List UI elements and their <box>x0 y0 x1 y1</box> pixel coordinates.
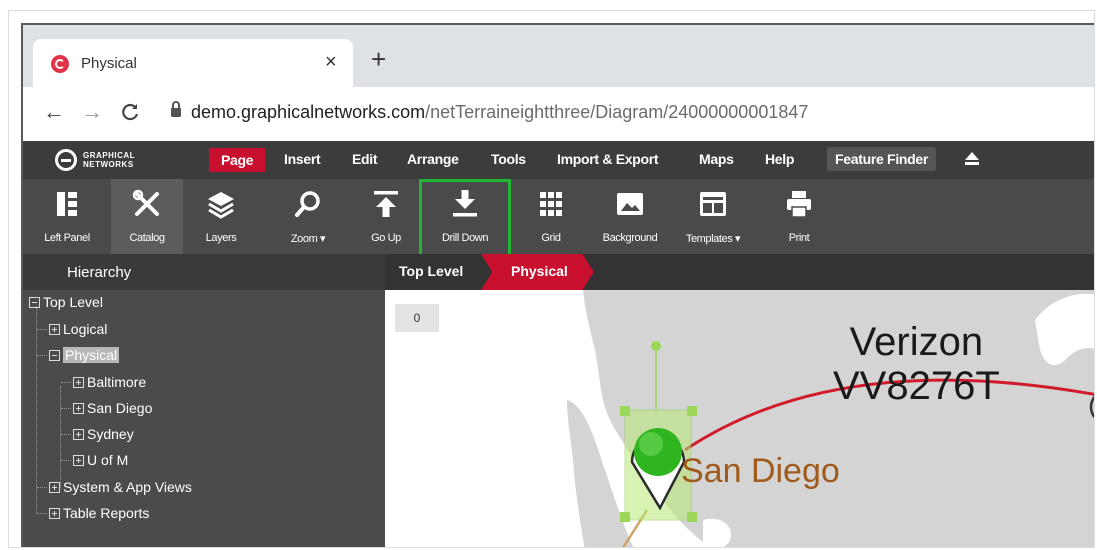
panel-title: Hierarchy <box>67 264 132 281</box>
zoom-icon <box>295 191 320 217</box>
templates-button[interactable]: Templates ▾ <box>671 179 755 254</box>
back-button[interactable]: ← <box>43 101 65 123</box>
catalog-tools-icon <box>132 189 159 216</box>
menu-help[interactable]: Help <box>765 151 794 167</box>
grid-icon <box>540 192 562 216</box>
eject-icon[interactable] <box>965 152 979 166</box>
hierarchy-panel: Hierarchy Top Level Logical Physical Bal… <box>23 254 385 547</box>
tool-label: Drill Down <box>441 232 489 244</box>
drill-down-button[interactable]: Drill Down <box>421 179 509 254</box>
tree-node-table-reports[interactable]: Table Reports <box>49 503 149 523</box>
menu-import-export[interactable]: Import & Export <box>557 151 659 167</box>
hierarchy-header: Hierarchy <box>23 254 385 290</box>
menu-edit[interactable]: Edit <box>352 151 378 167</box>
zoom-level-badge[interactable]: 0 <box>395 304 439 332</box>
tree-node-logical[interactable]: Logical <box>49 319 107 339</box>
menu-page[interactable]: Page <box>209 148 266 172</box>
forward-button[interactable]: → <box>81 101 103 123</box>
app-menu-bar: GRAPHICAL NETWORKS Page Insert Edit Arran… <box>23 141 1094 179</box>
grid-button[interactable]: Grid <box>523 179 579 254</box>
tool-label: Go Up <box>371 232 401 244</box>
tool-label: Layers <box>205 232 237 244</box>
favicon-icon <box>51 55 69 73</box>
breadcrumb: Top Level Physical <box>385 254 1094 290</box>
toolbar: Left Panel Catalog Layers Zoom ▾ Go Up D… <box>23 179 1094 259</box>
templates-icon <box>700 192 726 216</box>
zoom-button[interactable]: Zoom ▾ <box>263 179 353 254</box>
tool-label: Print <box>788 232 810 244</box>
menu-insert[interactable]: Insert <box>284 151 321 167</box>
screenshot-frame: Physical × + ← → demo.graphicalnetworks.… <box>8 10 1095 548</box>
tool-label: Grid <box>541 232 561 244</box>
new-tab-button[interactable]: + <box>371 46 386 72</box>
expand-icon[interactable] <box>73 428 84 440</box>
link-label[interactable]: Verizon VV8276T <box>833 320 1000 408</box>
tab-close-icon[interactable]: × <box>325 51 337 74</box>
tool-label: Left Panel <box>44 232 90 244</box>
menu-tools[interactable]: Tools <box>491 151 526 167</box>
tool-label: Templates ▾ <box>685 233 741 245</box>
tree-node-physical[interactable]: Physical <box>49 345 120 365</box>
address-bar-url[interactable]: demo.graphicalnetworks.com/netTerraineig… <box>191 102 808 123</box>
background-image-icon <box>617 193 643 215</box>
print-button[interactable]: Print <box>767 179 831 254</box>
lock-icon[interactable] <box>171 101 181 118</box>
expand-icon[interactable] <box>73 402 84 414</box>
tree-node-system-app-views[interactable]: System & App Views <box>49 477 192 497</box>
collapse-icon[interactable] <box>49 349 60 361</box>
tree-node-baltimore[interactable]: Baltimore <box>73 372 146 392</box>
background-button[interactable]: Background <box>589 179 671 254</box>
tool-label: Zoom ▾ <box>290 233 326 245</box>
go-up-button[interactable]: Go Up <box>353 179 419 254</box>
collapse-icon[interactable] <box>29 296 40 308</box>
logo-text: GRAPHICAL NETWORKS <box>83 151 136 169</box>
tree-connector <box>36 306 37 513</box>
diagram-canvas[interactable]: 0 Verizon VV8276T San Diego <box>385 290 1095 547</box>
browser-window: Physical × + ← → demo.graphicalnetworks.… <box>21 23 1095 547</box>
breadcrumb-top-level[interactable]: Top Level <box>399 263 463 279</box>
layers-button[interactable]: Layers <box>183 179 259 254</box>
expand-icon[interactable] <box>73 454 84 466</box>
catalog-button[interactable]: Catalog <box>111 179 183 254</box>
san-diego-node[interactable] <box>605 340 715 540</box>
menu-arrange[interactable]: Arrange <box>407 151 459 167</box>
tab-title: Physical <box>81 55 137 72</box>
tree-node-u-of-m[interactable]: U of M <box>73 450 128 470</box>
tool-label: Catalog <box>129 232 165 244</box>
expand-icon[interactable] <box>49 507 60 519</box>
tool-label: Background <box>602 232 658 244</box>
graphical-networks-logo-icon <box>55 149 77 171</box>
print-icon <box>787 191 811 218</box>
menu-maps[interactable]: Maps <box>699 151 734 167</box>
browser-tab[interactable]: Physical × <box>33 39 353 87</box>
address-bar-row: ← → demo.graphicalnetworks.com/netTerrai… <box>23 87 1094 141</box>
remote-node-icon[interactable] <box>1083 385 1095 445</box>
drill-down-icon <box>453 190 477 217</box>
expand-icon[interactable] <box>73 376 84 388</box>
left-panel-button[interactable]: Left Panel <box>23 179 111 254</box>
tree-connector <box>60 386 61 488</box>
layers-icon <box>208 192 234 219</box>
reload-icon <box>122 103 139 121</box>
breadcrumb-physical[interactable]: Physical <box>481 254 594 290</box>
left-panel-icon <box>57 192 77 216</box>
tree-node-san-diego[interactable]: San Diego <box>73 398 152 418</box>
tree-node-top-level[interactable]: Top Level <box>29 292 103 312</box>
expand-icon[interactable] <box>49 481 60 493</box>
feature-finder-button[interactable]: Feature Finder <box>827 147 937 171</box>
reload-button[interactable] <box>119 101 141 127</box>
link-label-line1: Verizon <box>849 320 984 364</box>
go-up-icon <box>374 191 398 217</box>
link-label-line2: VV8276T <box>833 364 1000 408</box>
tree-node-sydney[interactable]: Sydney <box>73 424 134 444</box>
tab-strip: Physical × + <box>23 25 1094 87</box>
expand-icon[interactable] <box>49 323 60 335</box>
node-label[interactable]: San Diego <box>681 452 840 491</box>
